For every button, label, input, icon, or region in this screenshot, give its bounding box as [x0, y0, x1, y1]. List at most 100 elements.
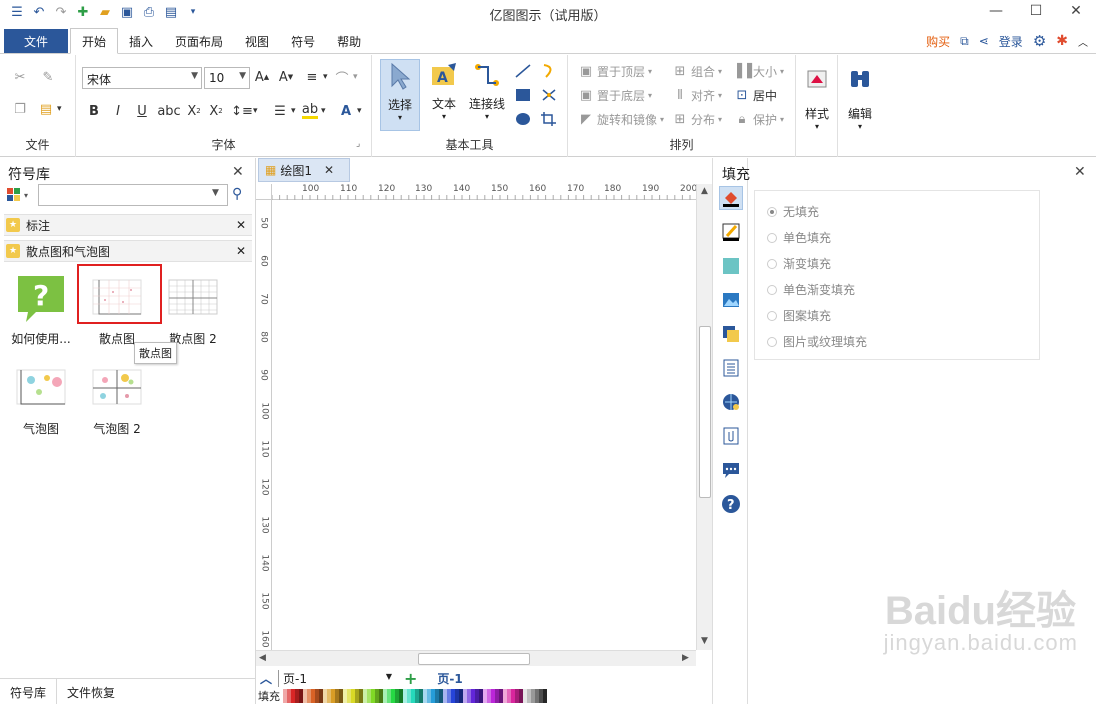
fill-option-gradient[interactable]: 渐变填充	[767, 255, 831, 272]
line-spacing-icon[interactable]: ↕≡ ▾	[231, 103, 257, 119]
bullet-list-icon[interactable]: ☰ ▾	[272, 103, 295, 119]
edit-button[interactable]: 编辑 ▾	[842, 63, 878, 143]
fill-panel-icon[interactable]	[719, 186, 743, 210]
horizontal-scroll-thumb[interactable]	[418, 653, 530, 665]
shape-bubble-chart[interactable]: 气泡图	[4, 362, 78, 437]
underline-icon[interactable]: U	[134, 103, 150, 119]
minimize-icon[interactable]: —	[976, 0, 1016, 22]
close-icon[interactable]: ✕	[236, 218, 246, 232]
shape-bubble-chart-2[interactable]: 气泡图 2	[80, 362, 154, 437]
scroll-right-icon[interactable]: ▶	[682, 653, 689, 663]
center-button[interactable]: ⊡ 居中	[734, 87, 777, 104]
collapse-ribbon-icon[interactable]: ︿	[1078, 34, 1088, 49]
copy-icon[interactable]: ❐	[12, 101, 28, 117]
send-to-back-button[interactable]: ▣ 置于底层 ▾	[578, 87, 652, 104]
tab-file-recovery[interactable]: 文件恢复	[57, 679, 125, 704]
italic-icon[interactable]: I	[110, 103, 126, 119]
align-button[interactable]: ⫴ 对齐 ▾	[672, 87, 722, 104]
maximize-icon[interactable]: ☐	[1016, 0, 1056, 22]
help-icon[interactable]: ?	[719, 492, 743, 516]
close-icon[interactable]: ✕	[232, 164, 244, 180]
curved-text-icon[interactable]: ⌒ ▾	[334, 69, 357, 87]
image-panel-icon[interactable]	[719, 288, 743, 312]
share-screen-icon[interactable]: ⧉	[960, 34, 969, 49]
vertical-scroll-thumb[interactable]	[699, 326, 711, 498]
tab-symbol-library[interactable]: 符号库	[0, 679, 58, 704]
color-swatches[interactable]	[283, 689, 547, 703]
color-swatch[interactable]	[543, 689, 547, 703]
file-menu-button[interactable]: 文件	[4, 29, 68, 53]
login-link[interactable]: 登录	[999, 33, 1023, 50]
format-painter-icon[interactable]: ✂	[12, 69, 28, 85]
hyperlink-panel-icon[interactable]	[719, 390, 743, 414]
tab-symbols[interactable]: 符号	[280, 28, 326, 54]
tab-help[interactable]: 帮助	[326, 28, 372, 54]
curve-tool-icon[interactable]	[540, 63, 558, 79]
close-window-icon[interactable]: ✕	[1056, 0, 1096, 22]
point-tool-icon[interactable]	[540, 87, 558, 103]
size-button[interactable]: ▐▐ 大小 ▾	[732, 63, 784, 80]
scroll-up-icon[interactable]: ▲	[701, 186, 708, 196]
layer-panel-icon[interactable]	[719, 322, 743, 346]
library-search-input[interactable]	[38, 184, 228, 206]
shadow-panel-icon[interactable]	[719, 254, 743, 278]
search-icon[interactable]: ⚲	[232, 186, 242, 202]
strikethrough-icon[interactable]: abc	[157, 103, 180, 119]
settings-gear-icon[interactable]: ⚙	[1033, 32, 1046, 50]
buy-link[interactable]: 购买	[926, 33, 950, 50]
close-icon[interactable]: ✕	[1074, 164, 1086, 180]
bring-to-front-button[interactable]: ▣ 置于顶层 ▾	[578, 63, 652, 80]
line-panel-icon[interactable]	[719, 220, 743, 244]
font-color-icon[interactable]: A ▾	[338, 103, 362, 119]
fill-option-pattern[interactable]: 图案填充	[767, 307, 831, 324]
horizontal-scrollbar[interactable]: ◀ ▶	[256, 650, 696, 666]
scroll-left-icon[interactable]: ◀	[259, 653, 266, 663]
crop-tool-icon[interactable]	[540, 111, 558, 127]
style-button[interactable]: 样式 ▾	[800, 63, 834, 143]
theme-icon[interactable]: ✱	[1056, 33, 1068, 49]
document-tab[interactable]: ▦ 绘图1 ✕	[258, 158, 350, 182]
tab-insert[interactable]: 插入	[118, 28, 164, 54]
page-up-icon[interactable]: ︿	[260, 670, 272, 687]
page-select[interactable]: 页-1 ▼	[278, 669, 398, 687]
bold-icon[interactable]: B	[86, 103, 102, 119]
subscript-icon[interactable]: X2	[186, 103, 202, 119]
grow-font-icon[interactable]: A ▲	[254, 69, 270, 85]
vertical-scrollbar[interactable]: ▲ ▼	[696, 184, 712, 650]
shrink-font-icon[interactable]: A ▼	[278, 69, 294, 85]
font-size-select[interactable]: 10 ▼	[204, 67, 250, 89]
shape-how-to-use[interactable]: ? 如何使用...	[4, 272, 78, 347]
select-tool-button[interactable]: 选择 ▾	[380, 59, 420, 131]
text-tool-button[interactable]: A 文本 ▾	[424, 59, 464, 131]
paste-icon[interactable]: ▤ ▾	[38, 101, 62, 117]
chevron-down-icon[interactable]: ▼	[212, 188, 219, 198]
tab-home[interactable]: 开始	[70, 28, 119, 54]
comment-panel-icon[interactable]	[719, 458, 743, 482]
page-panel-icon[interactable]	[719, 356, 743, 380]
line-tool-icon[interactable]	[514, 63, 532, 79]
library-section-scatter-bubble[interactable]: ★ 散点图和气泡图 ✕	[4, 240, 252, 262]
drawing-canvas[interactable]	[272, 200, 696, 650]
ellipse-tool-icon[interactable]	[514, 111, 532, 127]
scroll-down-icon[interactable]: ▼	[701, 636, 708, 646]
fill-option-single-gradient[interactable]: 单色渐变填充	[767, 281, 855, 298]
library-section-callout[interactable]: ★ 标注 ✕	[4, 214, 252, 236]
library-menu-icon[interactable]: ▾	[6, 186, 34, 207]
distribute-button[interactable]: ⊞ 分布 ▾	[672, 111, 722, 128]
close-icon[interactable]: ✕	[236, 244, 246, 258]
rotate-mirror-button[interactable]: ◤ 旋转和镜像 ▾	[578, 111, 664, 128]
shape-scatter-chart-2[interactable]: 散点图 2	[156, 272, 230, 347]
fill-option-picture[interactable]: 图片或纹理填充	[767, 333, 867, 350]
group-button[interactable]: ⊞ 组合 ▾	[672, 63, 722, 80]
close-icon[interactable]: ✕	[324, 163, 334, 177]
share-icon[interactable]: ⋖	[979, 34, 989, 48]
protect-button[interactable]: 🔒︎ 保护 ▾	[734, 111, 785, 128]
tab-view[interactable]: 视图	[234, 28, 280, 54]
attachment-panel-icon[interactable]	[719, 424, 743, 448]
fill-option-solid[interactable]: 单色填充	[767, 229, 831, 246]
font-name-select[interactable]: 宋体 ▼	[82, 67, 202, 89]
connector-tool-button[interactable]: 连接线 ▾	[464, 59, 510, 131]
rectangle-tool-icon[interactable]	[514, 87, 532, 103]
text-align-icon[interactable]: ≡ ▾	[304, 69, 328, 85]
add-page-icon[interactable]: +	[404, 669, 417, 688]
